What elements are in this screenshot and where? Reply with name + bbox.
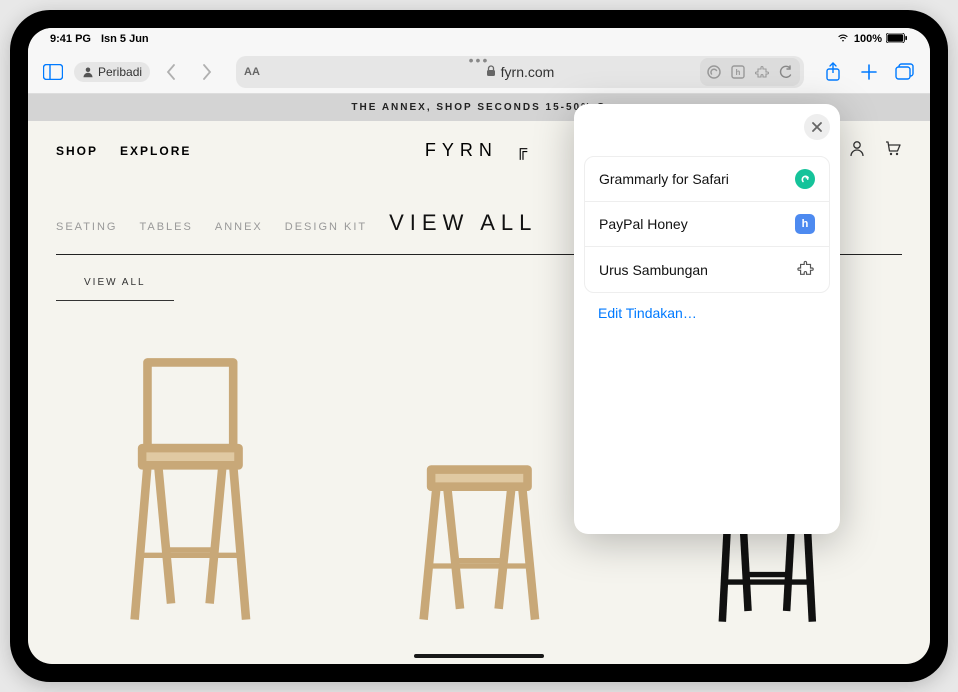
cart-icon[interactable] bbox=[884, 139, 902, 162]
url-extension-icons: h bbox=[700, 58, 800, 86]
edit-actions-link[interactable]: Edit Tindakan… bbox=[584, 293, 830, 333]
cat-seating[interactable]: SEATING bbox=[56, 221, 117, 233]
nav-explore[interactable]: EXPLORE bbox=[120, 144, 191, 158]
url-domain: fyrn.com bbox=[501, 64, 555, 80]
tabs-button[interactable] bbox=[890, 57, 920, 87]
ipad-frame: 9:41 PG Isn 5 Jun 100% ••• Peribadi bbox=[10, 10, 948, 682]
status-bar: 9:41 PG Isn 5 Jun 100% bbox=[28, 28, 930, 50]
grammarly-icon bbox=[795, 169, 815, 189]
ext-label: Grammarly for Safari bbox=[599, 171, 729, 187]
cat-design-kit[interactable]: DESIGN KIT bbox=[285, 221, 367, 233]
reload-icon[interactable] bbox=[774, 60, 798, 84]
brand-mark-icon: ╔ bbox=[516, 142, 533, 160]
screen: 9:41 PG Isn 5 Jun 100% ••• Peribadi bbox=[28, 28, 930, 664]
profile-button[interactable]: Peribadi bbox=[74, 62, 150, 82]
svg-text:h: h bbox=[736, 68, 741, 77]
brand-logo[interactable]: FYRN ╔ bbox=[425, 140, 533, 161]
popover-item-manage[interactable]: Urus Sambungan bbox=[585, 247, 829, 292]
view-all-sublabel[interactable]: VIEW ALL bbox=[56, 265, 174, 301]
popover-item-honey[interactable]: PayPal Honey h bbox=[585, 202, 829, 247]
brand-text: FYRN bbox=[425, 140, 498, 161]
forward-button[interactable] bbox=[192, 57, 222, 87]
status-date: Isn 5 Jun bbox=[101, 33, 149, 45]
profile-label: Peribadi bbox=[98, 65, 142, 79]
new-tab-button[interactable] bbox=[854, 57, 884, 87]
popover-close-button[interactable] bbox=[804, 114, 830, 140]
puzzle-icon bbox=[797, 259, 815, 280]
multitask-dots-icon[interactable]: ••• bbox=[469, 52, 490, 68]
battery-text: 100% bbox=[854, 33, 882, 45]
honey-icon: h bbox=[795, 214, 815, 234]
extensions-popover: Grammarly for Safari PayPal Honey h Urus… bbox=[574, 104, 840, 534]
popover-list: Grammarly for Safari PayPal Honey h Urus… bbox=[584, 156, 830, 293]
ext-label: PayPal Honey bbox=[599, 216, 688, 232]
ext-label: Urus Sambungan bbox=[599, 262, 708, 278]
sidebar-button[interactable] bbox=[38, 57, 68, 87]
wifi-icon bbox=[836, 33, 850, 46]
cat-tables[interactable]: TABLES bbox=[139, 221, 192, 233]
battery-icon bbox=[886, 33, 908, 46]
nav-shop[interactable]: SHOP bbox=[56, 144, 98, 158]
share-button[interactable] bbox=[818, 57, 848, 87]
url-bar[interactable]: AA fyrn.com h bbox=[236, 56, 804, 88]
promo-text: THE ANNEX, SHOP SECONDS 15-50% O bbox=[351, 102, 606, 113]
reader-mode-icon[interactable]: AA bbox=[244, 66, 260, 78]
product-card-chair[interactable] bbox=[56, 341, 325, 641]
cat-annex[interactable]: ANNEX bbox=[215, 221, 263, 233]
honey-urlbar-icon[interactable]: h bbox=[726, 60, 750, 84]
grammarly-urlbar-icon[interactable] bbox=[702, 60, 726, 84]
back-button[interactable] bbox=[156, 57, 186, 87]
popover-item-grammarly[interactable]: Grammarly for Safari bbox=[585, 157, 829, 202]
status-time: 9:41 PG bbox=[50, 33, 91, 45]
account-icon[interactable] bbox=[848, 139, 866, 162]
home-indicator[interactable] bbox=[414, 654, 544, 658]
cat-view-all[interactable]: VIEW ALL bbox=[389, 210, 537, 236]
extensions-urlbar-icon[interactable] bbox=[750, 60, 774, 84]
